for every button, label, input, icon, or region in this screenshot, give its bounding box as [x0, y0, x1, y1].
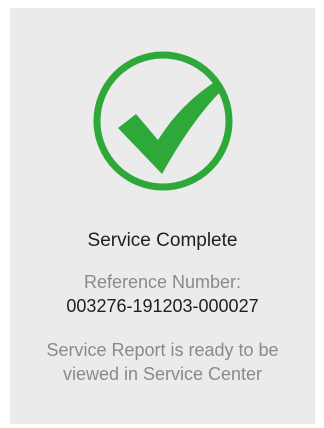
status-title: Service Complete	[87, 230, 238, 251]
checkmark-icon	[92, 50, 234, 192]
status-message: Service Report is ready to be viewed in …	[46, 340, 279, 384]
confirmation-card: Service Complete Reference Number: 00327…	[10, 8, 315, 424]
reference-number: 003276-191203-000027	[66, 296, 259, 316]
reference-label: Reference Number:	[83, 272, 242, 292]
